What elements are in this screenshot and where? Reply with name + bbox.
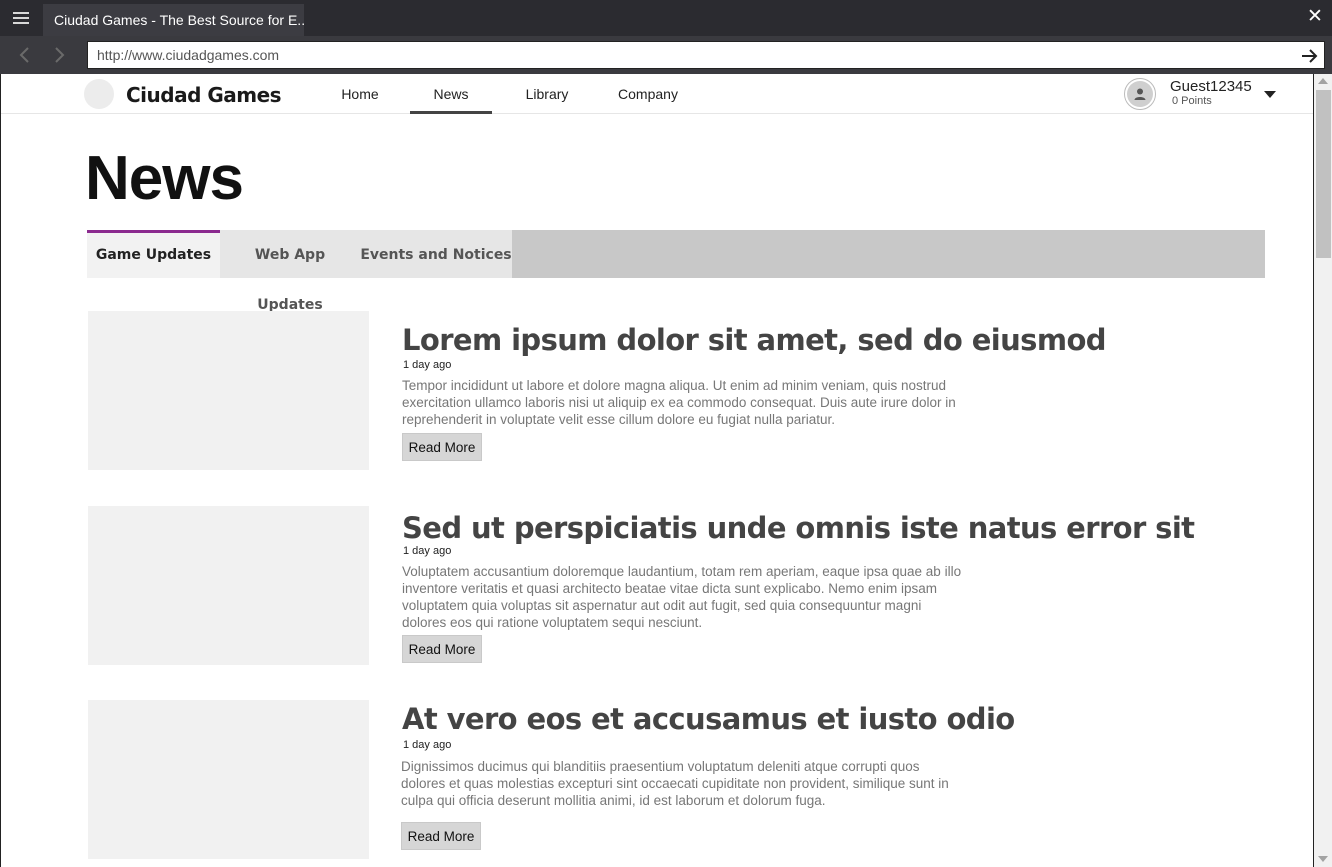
- article-excerpt: Tempor incididunt ut labore et dolore ma…: [402, 378, 956, 427]
- page-viewport: Ciudad Games Home News Library Company G…: [0, 74, 1332, 867]
- scroll-down-icon[interactable]: [1318, 856, 1328, 862]
- tab-game-updates[interactable]: Game Updates: [87, 230, 220, 278]
- read-more-button[interactable]: Read More: [402, 635, 482, 663]
- vertical-scrollbar[interactable]: [1313, 74, 1332, 867]
- nav-home[interactable]: Home: [331, 74, 389, 114]
- article-thumbnail[interactable]: [88, 700, 369, 859]
- article-date: 1 day ago: [403, 359, 452, 371]
- logo-icon[interactable]: [84, 79, 114, 109]
- arrow-right-icon: [1302, 49, 1318, 63]
- close-icon[interactable]: ✕: [1306, 6, 1324, 28]
- scroll-thumb[interactable]: [1316, 90, 1331, 258]
- nav-news[interactable]: News: [410, 74, 492, 114]
- forward-button[interactable]: [54, 47, 66, 63]
- url-text: http://www.ciudadgames.com: [97, 47, 280, 63]
- article-thumbnail[interactable]: [88, 506, 369, 665]
- browser-menu-button[interactable]: [0, 0, 42, 36]
- article-title[interactable]: Lorem ipsum dolor sit amet, sed do eiusm…: [402, 323, 1107, 357]
- article-title[interactable]: At vero eos et accusamus et iusto odio: [402, 702, 1015, 736]
- article-thumbnail[interactable]: [88, 311, 369, 470]
- username[interactable]: Guest12345: [1170, 78, 1252, 95]
- article-title[interactable]: Sed ut perspiciatis unde omnis iste natu…: [402, 511, 1195, 545]
- article-excerpt: Dignissimos ducimus qui blanditiis praes…: [401, 759, 949, 808]
- browser-tab-title: Ciudad Games - The Best Source for E...: [54, 12, 304, 28]
- site-header: Ciudad Games Home News Library Company G…: [1, 74, 1313, 114]
- address-bar[interactable]: http://www.ciudadgames.com: [87, 41, 1325, 69]
- read-more-button[interactable]: Read More: [402, 433, 482, 461]
- read-more-button[interactable]: Read More: [401, 822, 481, 850]
- page-title: News: [85, 144, 244, 213]
- scroll-up-icon[interactable]: [1318, 78, 1328, 84]
- user-icon: [1127, 81, 1153, 107]
- hamburger-icon: [13, 12, 29, 24]
- article-date: 1 day ago: [403, 739, 452, 751]
- back-button[interactable]: [18, 47, 30, 63]
- nav-library[interactable]: Library: [513, 74, 581, 114]
- article-date: 1 day ago: [403, 545, 452, 557]
- browser-tab-strip: Ciudad Games - The Best Source for E... …: [0, 0, 1332, 36]
- tab-web-app-updates[interactable]: Web App Updates: [220, 230, 360, 313]
- brand-name[interactable]: Ciudad Games: [126, 83, 282, 107]
- caret-down-icon[interactable]: [1264, 91, 1276, 98]
- chevron-left-icon: [19, 47, 29, 63]
- browser-tab[interactable]: Ciudad Games - The Best Source for E...: [43, 4, 304, 36]
- article-excerpt: Voluptatem accusantium doloremque laudan…: [402, 564, 962, 630]
- browser-toolbar: http://www.ciudadgames.com: [0, 36, 1332, 74]
- go-button[interactable]: [1300, 47, 1318, 65]
- tab-events-and-notices[interactable]: Events and Notices: [360, 230, 512, 278]
- news-tabs: Game Updates Web App Updates Events and …: [87, 230, 1265, 313]
- chevron-right-icon: [55, 47, 65, 63]
- nav-company[interactable]: Company: [605, 74, 691, 114]
- avatar[interactable]: [1124, 78, 1156, 110]
- user-points: 0 Points: [1172, 95, 1212, 107]
